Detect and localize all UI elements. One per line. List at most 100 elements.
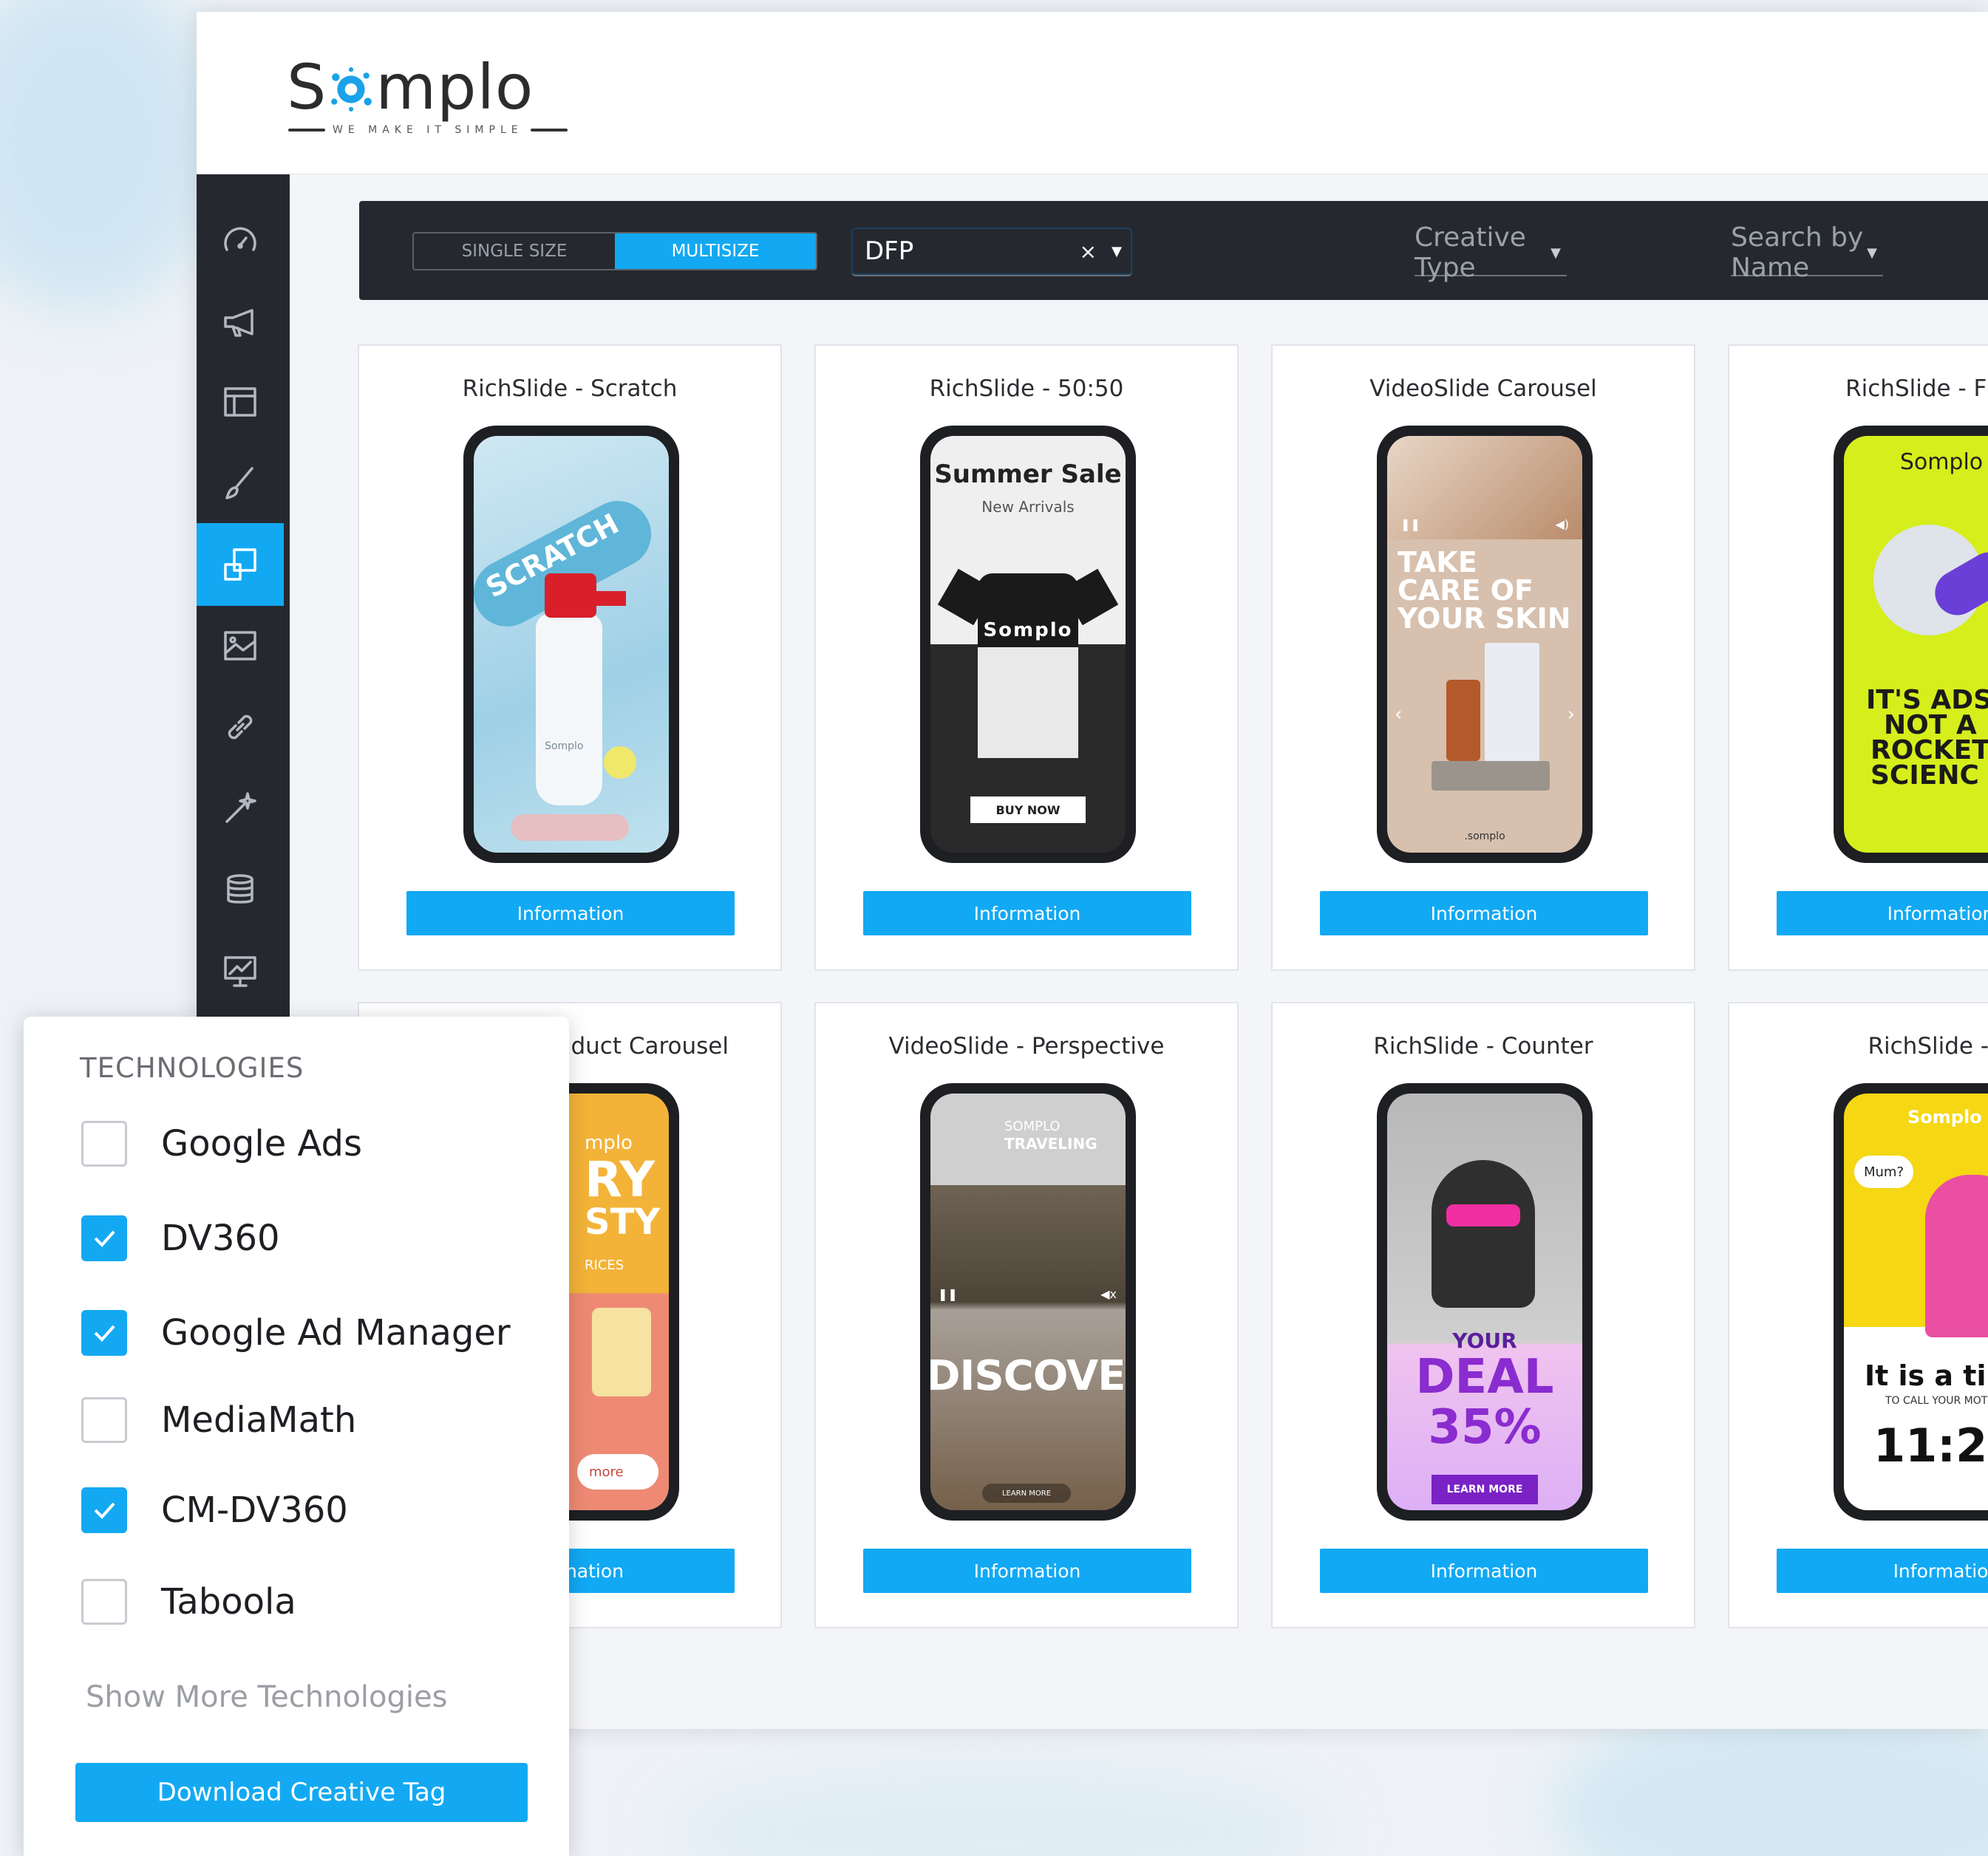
nav-gallery[interactable] bbox=[197, 604, 284, 687]
pause-icon[interactable]: ❚❚ bbox=[938, 1287, 958, 1301]
technology-option[interactable]: CM-DV360 bbox=[81, 1487, 348, 1534]
chevron-down-icon[interactable]: ▼ bbox=[1112, 244, 1122, 259]
technology-label: Taboola bbox=[161, 1581, 296, 1623]
magic-wand-icon bbox=[225, 792, 256, 823]
learn-more-button[interactable]: LEARN MORE bbox=[1432, 1475, 1538, 1504]
pause-icon[interactable]: ❚❚ bbox=[1400, 517, 1420, 531]
information-button[interactable]: Information bbox=[863, 1549, 1191, 1593]
volume-icon[interactable]: ◀x bbox=[1100, 1287, 1117, 1301]
creative-card[interactable]: RichSlide - C Somplo Mum? It is a tim TO… bbox=[1728, 1002, 1988, 1628]
ad-preview-flip: Somplo IT'S ADS NOT A ROCKET SCIENC bbox=[1844, 436, 1988, 853]
learn-more-label: LEARN MORE bbox=[1446, 1484, 1523, 1495]
technology-option[interactable]: DV360 bbox=[81, 1215, 280, 1262]
creative-card[interactable]: RichSlide - Scratch SCRATCH Somplo Infor… bbox=[358, 344, 782, 971]
headline-line-3: YOUR SKIN bbox=[1398, 602, 1571, 635]
somplo-logo[interactable]: S mplo WE MAKE IT SIMPLE bbox=[287, 56, 568, 136]
information-button[interactable]: Information bbox=[1777, 891, 1988, 935]
volume-icon[interactable]: ◀) bbox=[1555, 517, 1569, 531]
platform-value: DFP bbox=[865, 236, 914, 266]
information-button[interactable]: Informatio bbox=[1777, 1549, 1988, 1593]
sale-heading: Summer Sale bbox=[934, 460, 1122, 489]
card-title: RichSlide - 50:50 bbox=[929, 375, 1124, 402]
chevron-down-icon: ▼ bbox=[1867, 245, 1877, 261]
size-toggle[interactable]: SINGLE SIZE MULTISIZE bbox=[412, 232, 817, 270]
checkbox[interactable] bbox=[81, 1310, 127, 1356]
video-headline: DISCOVER bbox=[930, 1352, 1126, 1400]
ad-preview-skin: ❚❚ ◀) TAKE CARE OF YOUR SKIN ‹ › .somplo bbox=[1387, 436, 1582, 853]
arrow-right-icon[interactable]: › bbox=[1567, 703, 1575, 726]
creative-card[interactable]: VideoSlide - Perspective SOMPLO TRAVELIN… bbox=[814, 1002, 1239, 1628]
checkbox[interactable] bbox=[81, 1121, 127, 1167]
nav-automation[interactable] bbox=[197, 767, 284, 850]
phone-preview: ❚❚ ◀) TAKE CARE OF YOUR SKIN ‹ › .somplo bbox=[1377, 426, 1593, 863]
dashboard-gauge-icon bbox=[224, 227, 256, 251]
checkbox[interactable] bbox=[81, 1579, 127, 1625]
nav-design[interactable] bbox=[197, 442, 284, 525]
nav-links[interactable] bbox=[197, 686, 284, 768]
chevron-down-icon: ▼ bbox=[1550, 245, 1561, 261]
technology-option[interactable]: Google Ad Manager bbox=[81, 1309, 511, 1357]
nav-analytics[interactable] bbox=[197, 929, 284, 1012]
ad-preview-5050: Summer Sale New Arrivals Somplo BUY NOW bbox=[930, 436, 1126, 853]
checkbox[interactable] bbox=[81, 1487, 127, 1533]
checkbox[interactable] bbox=[81, 1397, 127, 1443]
clear-icon[interactable]: × bbox=[1080, 239, 1097, 264]
creative-card[interactable]: VideoSlide Carousel ❚❚ ◀) TAKE CARE OF Y… bbox=[1271, 344, 1695, 971]
creative-card[interactable]: RichSlide - Counter YOUR DEAL 35% LEARN … bbox=[1271, 1002, 1695, 1628]
platform-select[interactable]: DFP × ▼ bbox=[851, 228, 1132, 276]
background-watercolor bbox=[0, 0, 222, 310]
creative-card[interactable]: RichSlide - 50:50 Summer Sale New Arriva… bbox=[814, 344, 1239, 971]
single-size-option[interactable]: SINGLE SIZE bbox=[414, 233, 615, 269]
arrow-left-icon[interactable]: ‹ bbox=[1395, 703, 1402, 726]
technologies-panel: TECHNOLOGIES Google Ads DV360 Google Ad … bbox=[24, 1017, 569, 1856]
technology-label: Google Ad Manager bbox=[161, 1312, 511, 1354]
information-button[interactable]: Information bbox=[1320, 1549, 1648, 1593]
nav-multisize[interactable] bbox=[197, 523, 284, 606]
shirt-brand-label: Somplo bbox=[983, 619, 1073, 641]
phone-preview: Somplo Mum? It is a tim TO CALL YOUR MOT… bbox=[1834, 1083, 1988, 1521]
more-button[interactable]: more bbox=[577, 1454, 658, 1490]
creative-card[interactable]: RichSlide - Flip F Somplo IT'S ADS NOT A… bbox=[1728, 344, 1988, 971]
background-watercolor bbox=[665, 1758, 1330, 1856]
card-title: RichSlide - Scratch bbox=[462, 375, 678, 402]
logo-splat-icon bbox=[331, 67, 372, 112]
creative-type-select[interactable]: Creative Type ▼ bbox=[1415, 222, 1567, 283]
headline-line-2: STY bbox=[585, 1201, 661, 1243]
technology-label: MediaMath bbox=[161, 1399, 357, 1441]
download-creative-tag-button[interactable]: Download Creative Tag bbox=[75, 1763, 528, 1822]
multisize-option[interactable]: MULTISIZE bbox=[615, 233, 816, 269]
brand-label: Somplo bbox=[1907, 1107, 1982, 1127]
show-more-technologies-link[interactable]: Show More Technologies bbox=[86, 1680, 447, 1714]
buy-now-button[interactable]: BUY NOW bbox=[970, 796, 1086, 823]
nav-campaigns[interactable] bbox=[197, 281, 284, 364]
learn-more-button[interactable]: LEARN MORE bbox=[982, 1484, 1071, 1503]
nav-layouts[interactable] bbox=[197, 361, 284, 443]
information-button[interactable]: Information bbox=[863, 891, 1191, 935]
image-icon bbox=[224, 631, 256, 661]
search-by-name-select[interactable]: Search by Name ▼ bbox=[1731, 222, 1883, 283]
brush-icon bbox=[225, 467, 253, 499]
technologies-heading: TECHNOLOGIES bbox=[80, 1052, 304, 1084]
phone-preview: Somplo IT'S ADS NOT A ROCKET SCIENC bbox=[1834, 426, 1988, 863]
information-button[interactable]: Information bbox=[406, 891, 735, 935]
technology-label: CM-DV360 bbox=[161, 1490, 348, 1531]
speech-bubble: Mum? bbox=[1854, 1156, 1913, 1188]
brand-footer: .somplo bbox=[1464, 830, 1505, 842]
nav-dashboard[interactable] bbox=[197, 201, 284, 284]
learn-more-label: LEARN MORE bbox=[1001, 1489, 1052, 1498]
ad-preview-scratch: SCRATCH Somplo bbox=[474, 436, 669, 853]
database-icon bbox=[227, 874, 253, 904]
technology-option[interactable]: Google Ads bbox=[81, 1120, 362, 1167]
information-button[interactable]: Information bbox=[1320, 891, 1648, 935]
ad-preview-perspective: SOMPLO TRAVELING ❚❚ ◀x DISCOVER LEARN MO… bbox=[930, 1094, 1126, 1510]
creative-type-placeholder: Creative Type bbox=[1415, 222, 1526, 283]
subheadline: TO CALL YOUR MOTH bbox=[1885, 1395, 1988, 1407]
technology-label: DV360 bbox=[161, 1218, 280, 1259]
nav-data[interactable] bbox=[197, 848, 284, 931]
megaphone-icon bbox=[224, 309, 253, 337]
technology-option[interactable]: Taboola bbox=[81, 1578, 296, 1625]
checkbox[interactable] bbox=[81, 1215, 127, 1261]
phone-preview: YOUR DEAL 35% LEARN MORE bbox=[1377, 1083, 1593, 1521]
technology-option[interactable]: MediaMath bbox=[81, 1396, 356, 1444]
phone-preview: SOMPLO TRAVELING ❚❚ ◀x DISCOVER LEARN MO… bbox=[920, 1083, 1136, 1521]
